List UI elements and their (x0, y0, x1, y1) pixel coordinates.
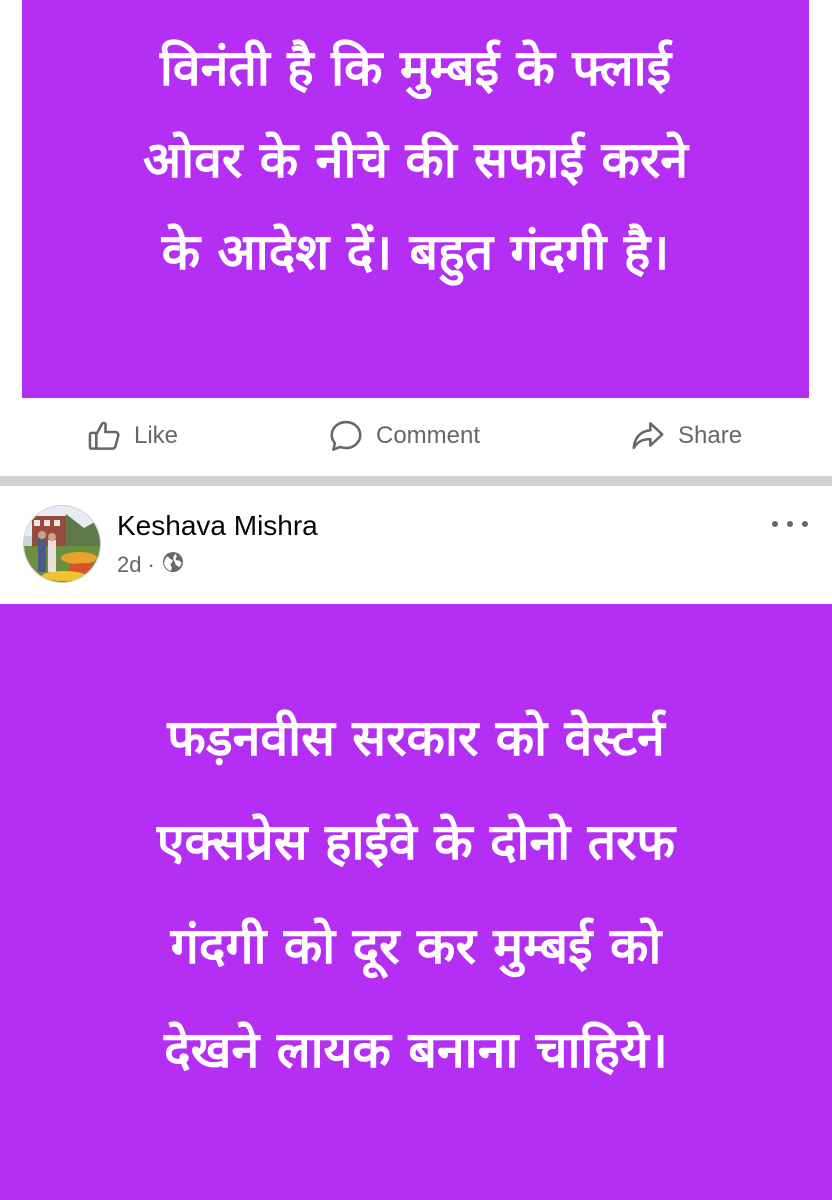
globe-icon (161, 550, 185, 580)
post2-text-card: फड़नवीस सरकार को वेस्टर्न एक्सप्रेस हाईव… (0, 604, 832, 1200)
thumbs-up-icon (86, 417, 124, 455)
post-meta: 2d · (117, 550, 185, 580)
post2-header: Keshava Mishra 2d · (0, 486, 832, 604)
feed-separator (0, 476, 832, 486)
post1-action-bar: Like Comment Share (0, 398, 832, 476)
avatar[interactable] (23, 505, 101, 583)
more-options-icon[interactable] (772, 514, 808, 534)
share-arrow-icon (628, 417, 668, 455)
author-name[interactable]: Keshava Mishra (117, 510, 318, 542)
like-button[interactable]: Like (86, 416, 178, 456)
post2-text: फड़नवीस सरकार को वेस्टर्न एक्सप्रेस हाईव… (156, 709, 676, 1079)
meta-separator-dot: · (147, 552, 155, 577)
share-label: Share (678, 422, 743, 449)
post1-text-card: विनंती है कि मुम्बई के फ्लाई ओवर के नीचे… (22, 0, 809, 398)
post-timestamp[interactable]: 2d (117, 552, 141, 578)
speech-bubble-icon (326, 417, 366, 455)
like-label: Like (134, 422, 179, 449)
comment-label: Comment (376, 422, 481, 449)
share-button[interactable]: Share (628, 416, 742, 456)
post1-text: विनंती है कि मुम्बई के फ्लाई ओवर के नीचे… (142, 39, 689, 281)
comment-button[interactable]: Comment (326, 416, 480, 456)
